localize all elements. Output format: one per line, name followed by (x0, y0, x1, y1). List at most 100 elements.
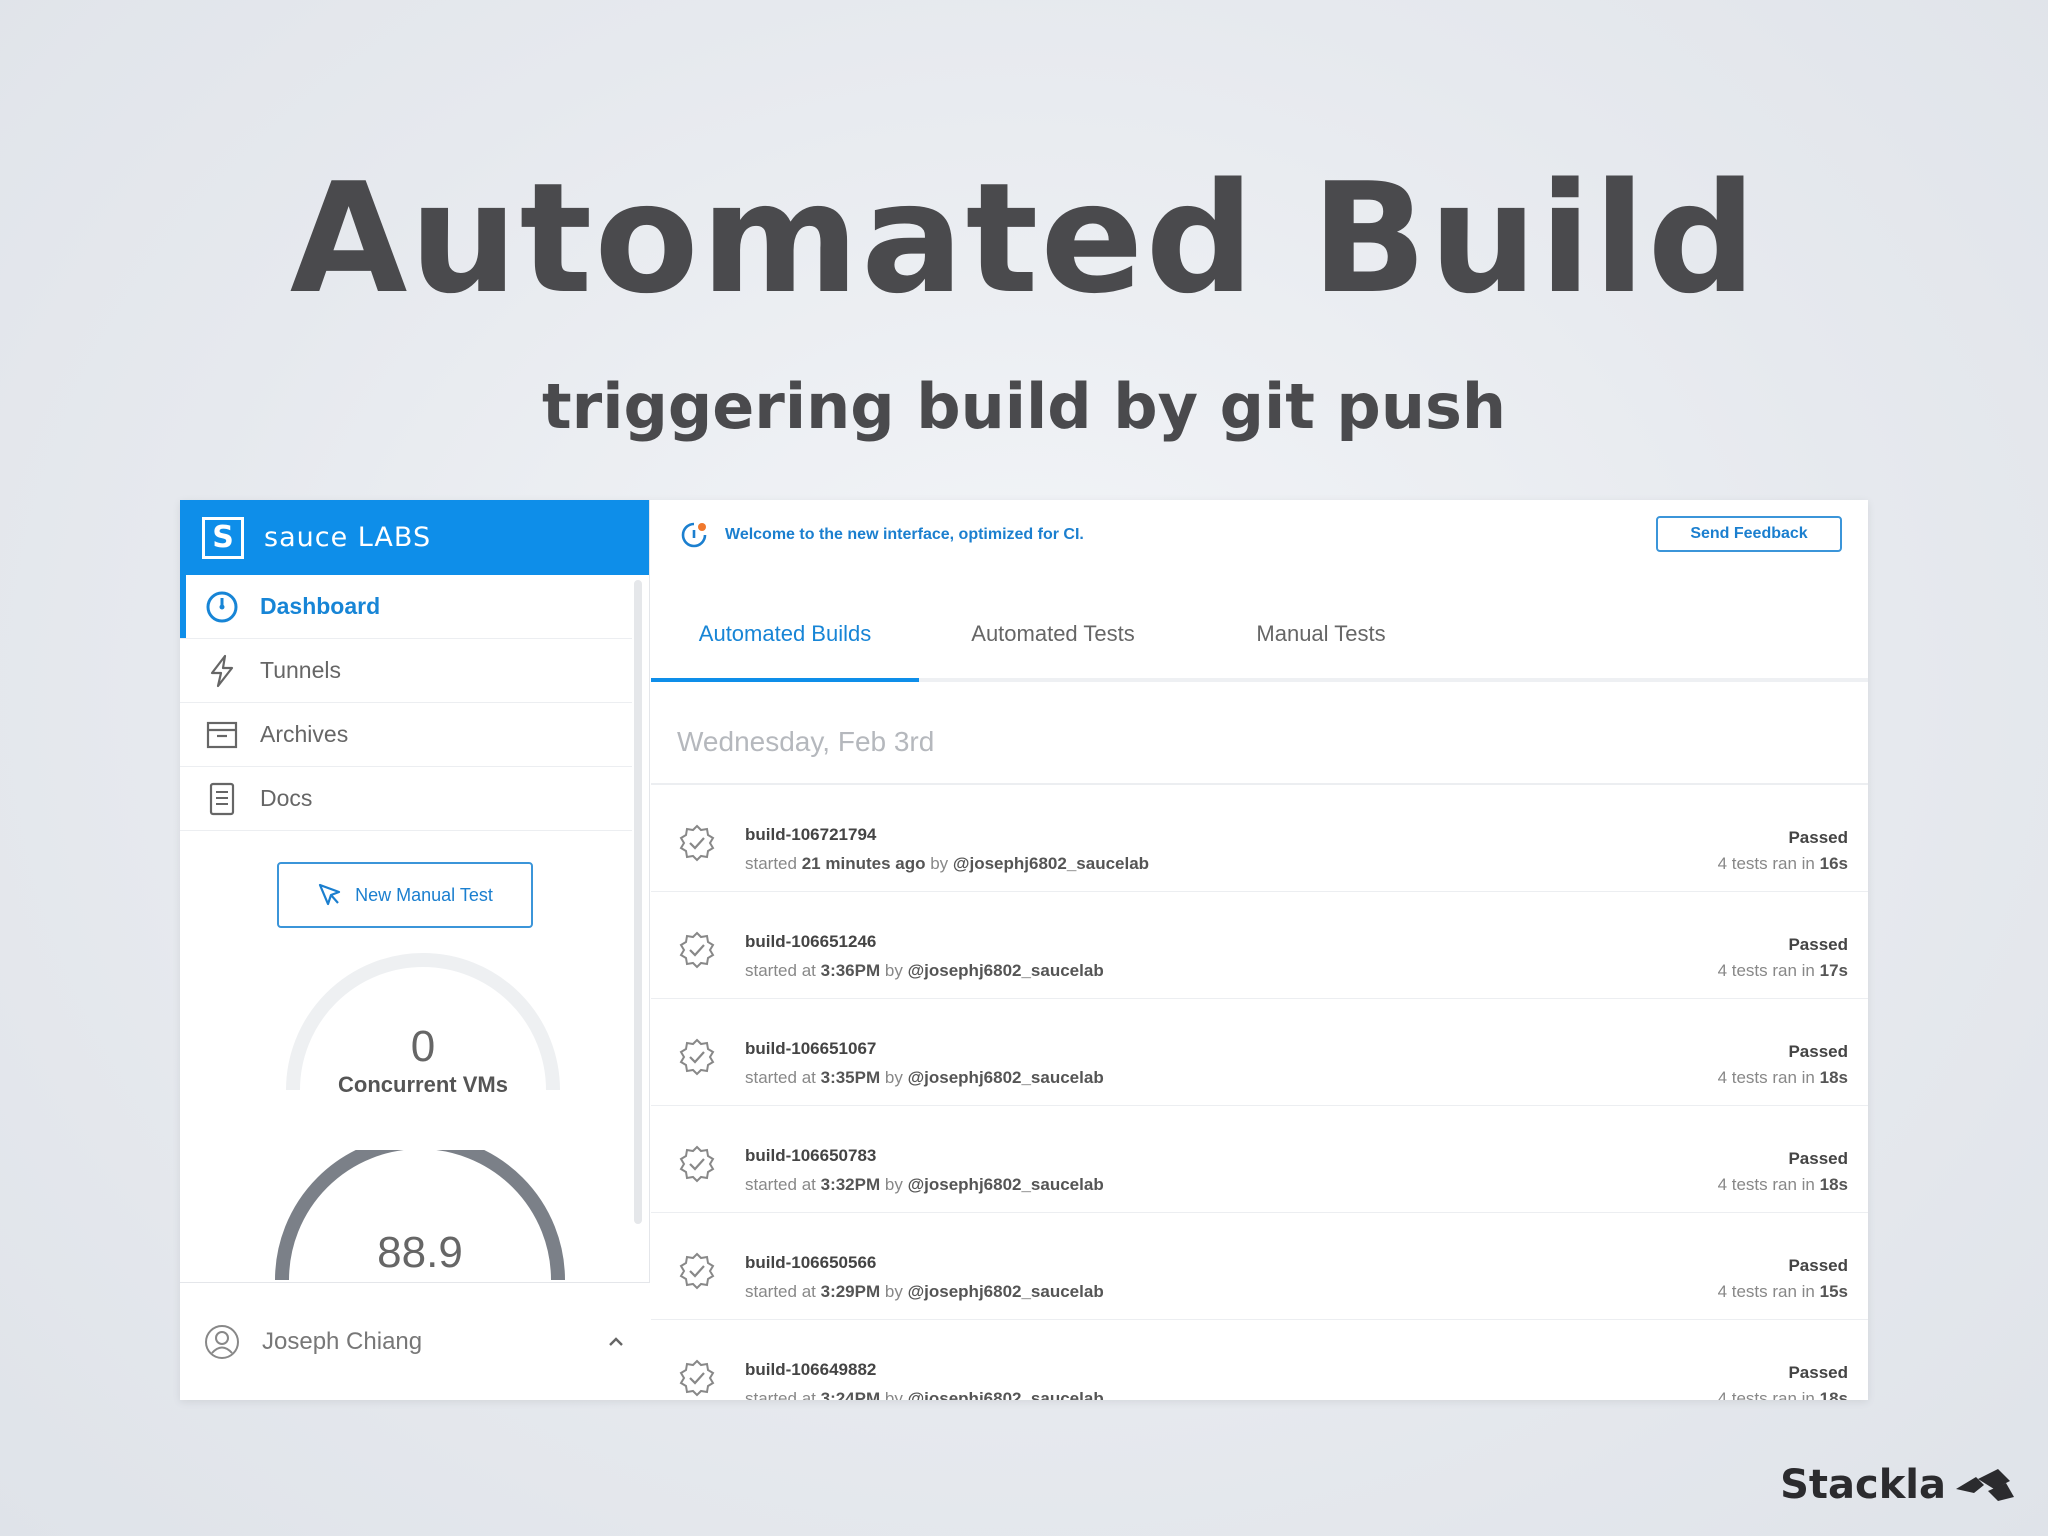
build-by: by (884, 1175, 903, 1194)
new-manual-test-button[interactable]: New Manual Test (277, 862, 533, 928)
user-menu[interactable]: Joseph Chiang (180, 1282, 650, 1400)
build-summary: 4 tests ran in 16s (1718, 854, 1848, 874)
build-by: by (930, 854, 949, 873)
build-summary-prefix: 4 tests ran in (1717, 854, 1815, 873)
sidebar-item-label: Tunnels (260, 657, 341, 683)
build-meta: started at 3:24PM by @josephj6802_saucel… (745, 1389, 1104, 1400)
build-summary: 4 tests ran in 18s (1718, 1175, 1848, 1195)
chevron-up-icon[interactable] (608, 1331, 624, 1352)
sidebar-item-archives[interactable]: Archives (180, 703, 632, 767)
user-avatar-icon (205, 1324, 239, 1359)
build-duration: 15s (1819, 1282, 1848, 1301)
build-duration: 18s (1819, 1389, 1848, 1400)
build-started-prefix: started (745, 854, 797, 873)
build-row[interactable]: build-106649882 started at 3:24PM by @jos… (651, 1320, 1868, 1400)
build-user: @josephj6802_saucelab (907, 1389, 1104, 1400)
build-summary-prefix: 4 tests ran in (1717, 1175, 1815, 1194)
slide-title: Automated Build (289, 150, 1759, 327)
welcome-banner: Welcome to the new interface, optimized … (651, 500, 1868, 570)
build-started-time: 3:32PM (820, 1175, 881, 1194)
build-summary: 4 tests ran in 18s (1718, 1068, 1848, 1088)
notification-icon (681, 522, 707, 548)
build-status: Passed (1788, 1363, 1848, 1382)
tab-automated-tests[interactable]: Automated Tests (919, 590, 1187, 678)
build-status: Passed (1788, 828, 1848, 847)
build-passed-badge-icon (677, 823, 717, 863)
build-row[interactable]: build-106721794 started 21 minutes ago by… (651, 785, 1868, 892)
build-by: by (884, 1282, 903, 1301)
lightning-icon (204, 653, 240, 689)
welcome-text: Welcome to the new interface, optimized … (725, 526, 1084, 543)
build-by: by (884, 1068, 903, 1087)
build-started-time: 3:36PM (820, 961, 881, 980)
build-started-time: 3:24PM (820, 1389, 881, 1400)
build-row[interactable]: build-106650783 started at 3:32PM by @jos… (651, 1106, 1868, 1213)
build-user: @josephj6802_saucelab (952, 854, 1150, 873)
dashboard-gauge-icon (204, 589, 240, 625)
user-name: Joseph Chiang (262, 1327, 423, 1355)
build-started-time: 3:35PM (820, 1068, 881, 1087)
build-name[interactable]: build-106650783 (745, 1146, 876, 1166)
build-started-prefix: started at (745, 1068, 816, 1087)
build-summary: 4 tests ran in 18s (1718, 1389, 1848, 1400)
build-user: @josephj6802_saucelab (907, 1068, 1104, 1087)
build-passed-badge-icon (677, 1358, 717, 1398)
document-icon (204, 781, 240, 817)
slide-subtitle: triggering build by git push (542, 370, 1506, 443)
sidebar-item-label: Docs (260, 785, 313, 811)
main-panel: Welcome to the new interface, optimized … (651, 500, 1868, 1400)
usage-gauge-value: 88.9 (377, 1228, 463, 1277)
brand-name: sauce LABS (264, 522, 432, 553)
stackla-logo-text: Stackla (1780, 1462, 1946, 1508)
sidebar-item-dashboard[interactable]: Dashboard (180, 575, 632, 639)
build-summary-prefix: 4 tests ran in (1717, 961, 1815, 980)
build-row[interactable]: build-106651246 started at 3:36PM by @jos… (651, 892, 1868, 999)
build-name[interactable]: build-106650566 (745, 1253, 876, 1273)
archive-box-icon (204, 717, 240, 753)
build-meta: started 21 minutes ago by @josephj6802_s… (745, 854, 1149, 874)
sidebar: S sauce LABS Dashboard Tunnels Archives (180, 500, 650, 1400)
build-row[interactable]: build-106651067 started at 3:35PM by @jos… (651, 999, 1868, 1106)
build-name[interactable]: build-106649882 (745, 1360, 876, 1380)
build-duration: 16s (1819, 854, 1848, 873)
send-feedback-button[interactable]: Send Feedback (1656, 516, 1842, 552)
build-status: Passed (1788, 1256, 1848, 1275)
build-meta: started at 3:32PM by @josephj6802_saucel… (745, 1175, 1104, 1195)
build-name[interactable]: build-106651067 (745, 1039, 876, 1059)
build-name[interactable]: build-106651246 (745, 932, 876, 952)
build-meta: started at 3:29PM by @josephj6802_saucel… (745, 1282, 1104, 1302)
date-heading: Wednesday, Feb 3rd (677, 726, 935, 757)
build-user: @josephj6802_saucelab (907, 1175, 1104, 1194)
brand-header[interactable]: S sauce LABS (180, 500, 649, 575)
build-passed-badge-icon (677, 1144, 717, 1184)
tab-automated-builds[interactable]: Automated Builds (651, 590, 919, 682)
build-by: by (884, 1389, 903, 1400)
build-duration: 18s (1819, 1068, 1848, 1087)
build-meta: started at 3:35PM by @josephj6802_saucel… (745, 1068, 1104, 1088)
build-name[interactable]: build-106721794 (745, 825, 876, 845)
build-started-prefix: started at (745, 1175, 816, 1194)
build-user: @josephj6802_saucelab (907, 961, 1104, 980)
build-started-prefix: started at (745, 1389, 816, 1400)
build-started-prefix: started at (745, 961, 816, 980)
build-duration: 18s (1819, 1175, 1848, 1194)
build-status: Passed (1788, 1042, 1848, 1061)
build-by: by (884, 961, 903, 980)
sidebar-item-label: Dashboard (260, 593, 381, 619)
sidebar-item-tunnels[interactable]: Tunnels (180, 639, 632, 703)
build-summary-prefix: 4 tests ran in (1717, 1282, 1815, 1301)
build-summary-prefix: 4 tests ran in (1717, 1389, 1815, 1400)
build-passed-badge-icon (677, 1037, 717, 1077)
sidebar-item-docs[interactable]: Docs (180, 767, 632, 831)
build-started-time: 21 minutes ago (801, 854, 926, 873)
build-started-time: 3:29PM (820, 1282, 881, 1301)
sidebar-scrollbar[interactable] (634, 580, 642, 1224)
stackla-mark-icon (1956, 1469, 2014, 1501)
concurrent-vms-value: 0 (410, 1022, 436, 1071)
build-row[interactable]: build-106650566 started at 3:29PM by @jos… (651, 1213, 1868, 1320)
build-status: Passed (1788, 1149, 1848, 1168)
build-started-prefix: started at (745, 1282, 816, 1301)
sidebar-item-label: Archives (260, 721, 349, 747)
app-screenshot: S sauce LABS Dashboard Tunnels Archives (180, 500, 1868, 1400)
tab-manual-tests[interactable]: Manual Tests (1187, 590, 1455, 678)
